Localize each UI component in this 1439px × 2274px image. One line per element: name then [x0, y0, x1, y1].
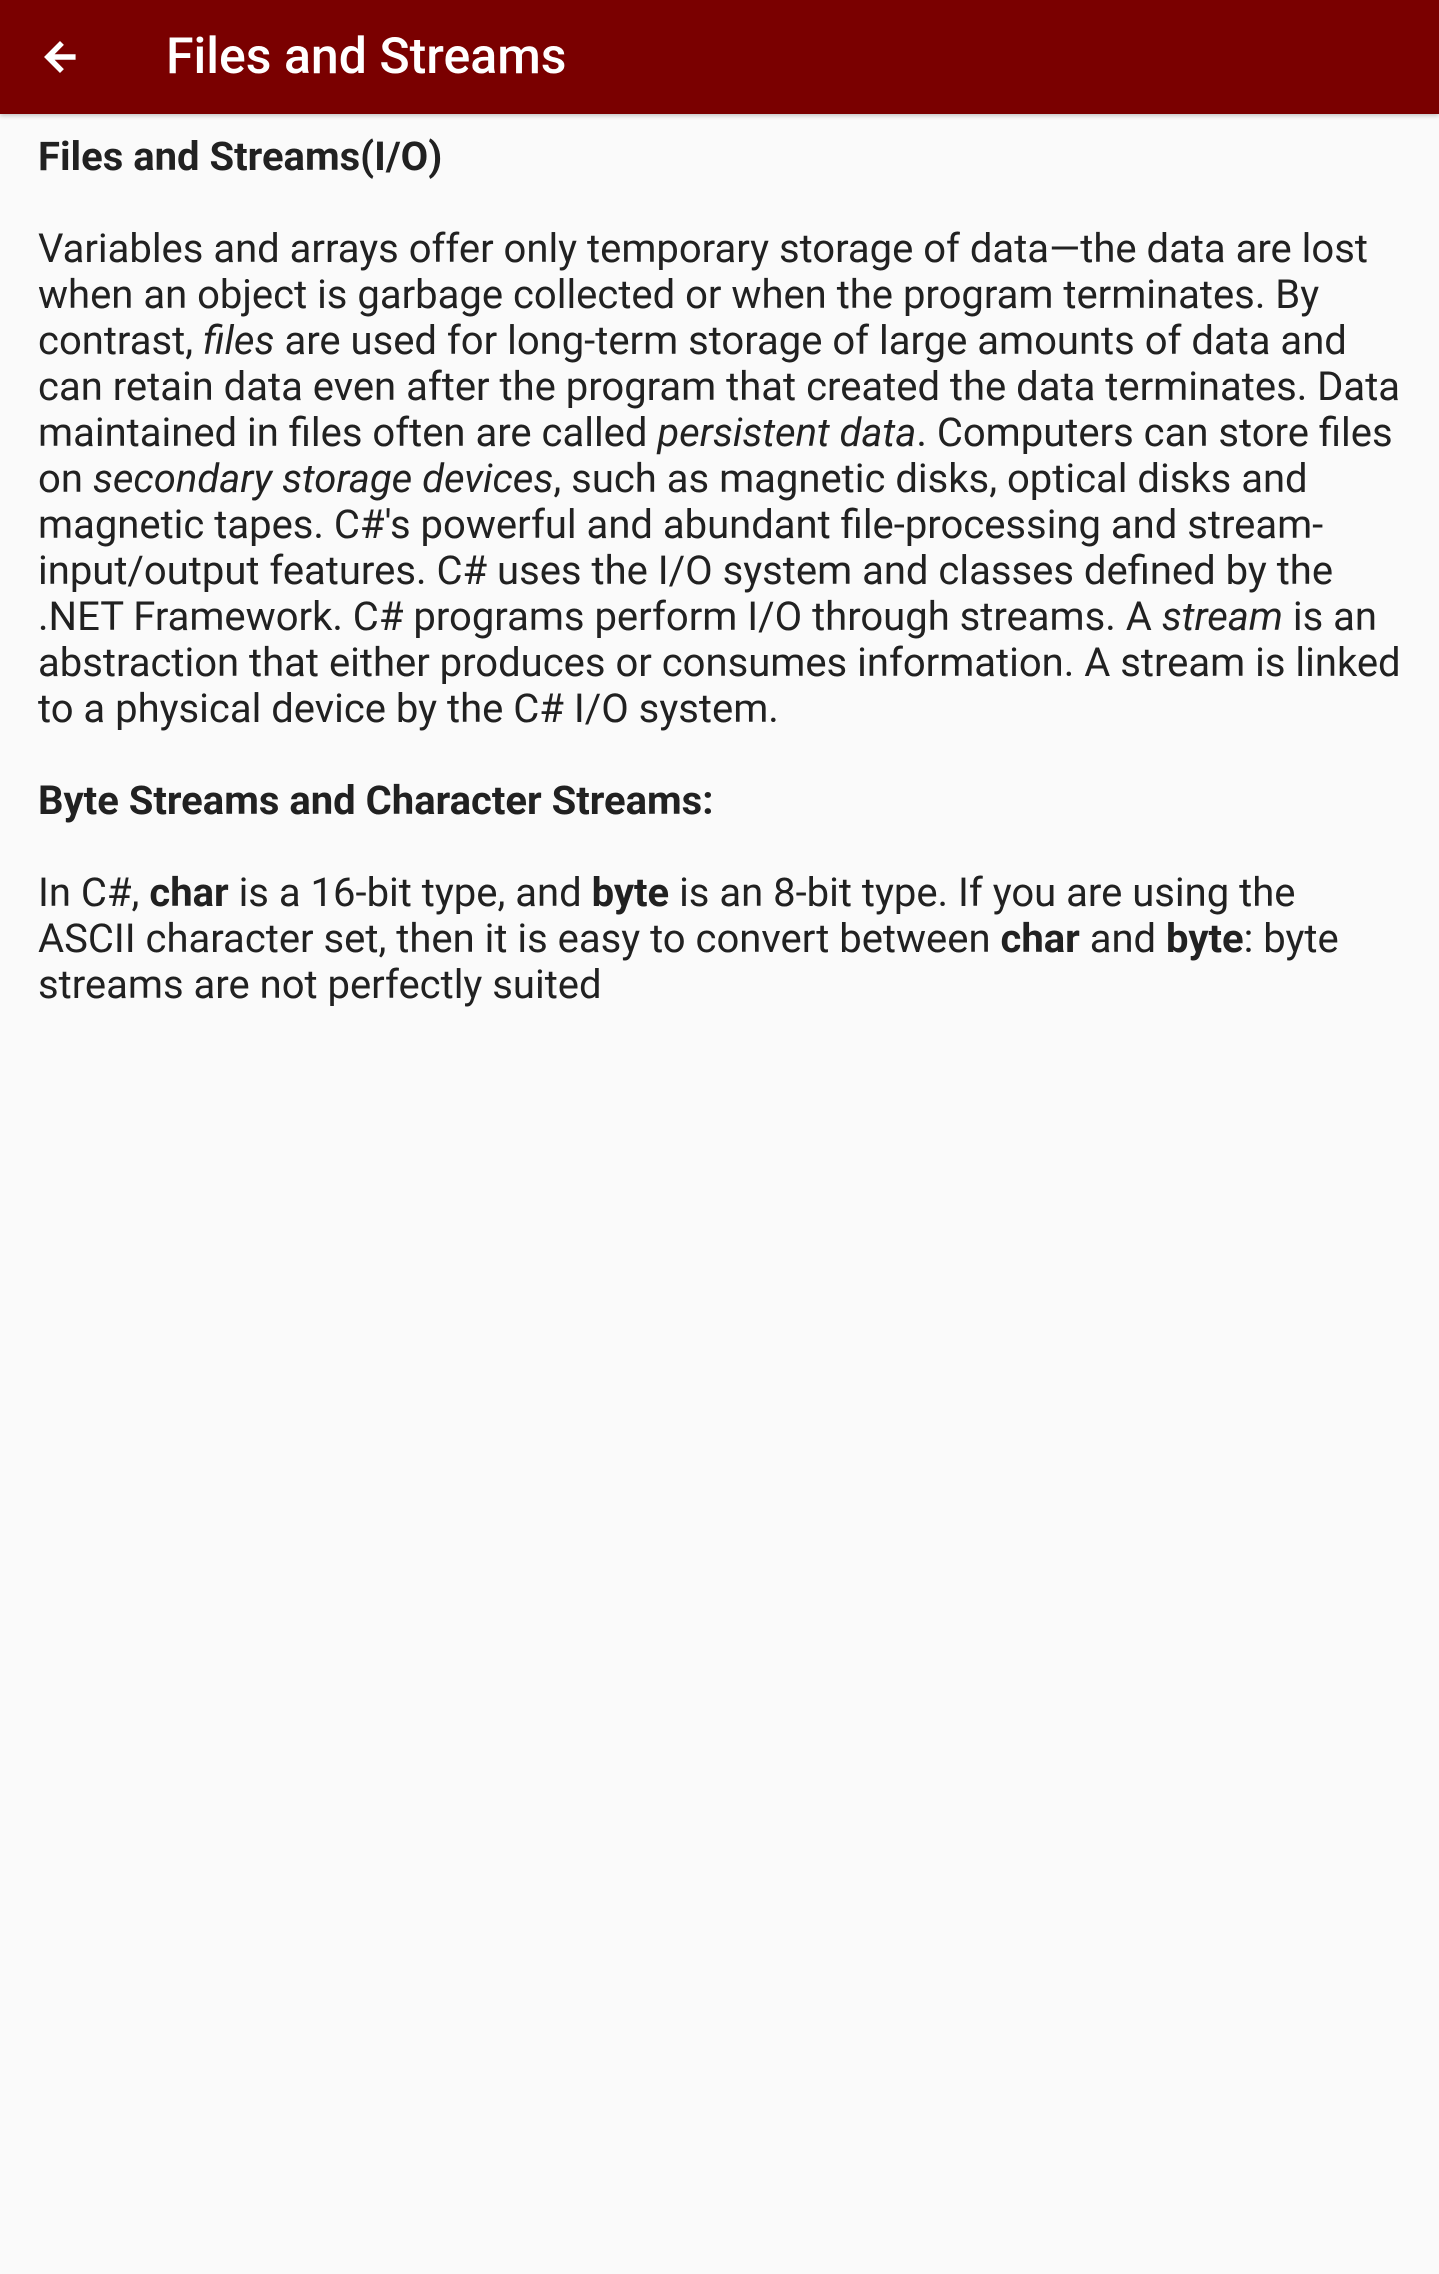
para2-text: is a 16-bit type, and	[229, 869, 592, 916]
subheading-byte-streams: Byte Streams and Character Streams:	[38, 778, 1401, 824]
para2-text: and	[1080, 915, 1166, 962]
para2-bold-byte2: byte	[1166, 915, 1244, 962]
app-title: Files and Streams	[166, 28, 567, 86]
para1-italic-persistent: persistent data	[657, 409, 916, 456]
back-arrow-icon[interactable]	[38, 35, 82, 79]
para1-italic-stream: stream	[1162, 593, 1283, 640]
para1-italic-files: files	[203, 317, 275, 364]
para2-bold-char: char	[149, 869, 228, 916]
app-bar: Files and Streams	[0, 0, 1439, 114]
paragraph-1: Variables and arrays offer only temporar…	[38, 226, 1401, 732]
content-area[interactable]: Files and Streams(I/O) Variables and arr…	[0, 114, 1439, 1028]
para2-bold-byte: byte	[592, 869, 670, 916]
para2-bold-char2: char	[1000, 915, 1079, 962]
section-heading: Files and Streams(I/O)	[38, 134, 1401, 180]
paragraph-2: In C#, char is a 16-bit type, and byte i…	[38, 870, 1401, 1008]
para2-text: In C#,	[38, 869, 149, 916]
para1-italic-secondary: secondary storage devices	[93, 455, 554, 502]
